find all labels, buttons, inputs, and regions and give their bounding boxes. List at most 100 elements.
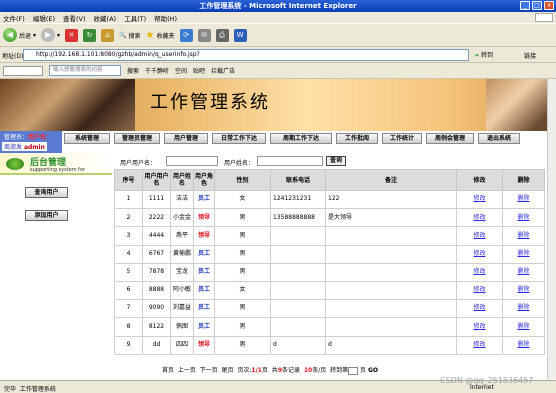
- menu-view[interactable]: 查看(V): [63, 13, 86, 23]
- edit-icon[interactable]: W: [233, 28, 247, 42]
- add-user-button[interactable]: 添加用户: [25, 210, 68, 221]
- table-cell: 2222: [142, 208, 171, 228]
- pagination: 首页 上一页 下一页 尾页 页次:1/1页 共9条记录 10条/页 转到第 页 …: [162, 366, 378, 375]
- adblock-button[interactable]: 拦截广告: [211, 66, 235, 75]
- delete-link[interactable]: 删除: [517, 268, 529, 275]
- table-cell: [270, 262, 326, 282]
- table-header-cell: 性别: [214, 169, 271, 191]
- pager-next[interactable]: 下一页: [200, 367, 218, 374]
- close-button[interactable]: ×: [544, 1, 554, 10]
- pager-prev[interactable]: 上一页: [178, 367, 196, 374]
- user-id-input[interactable]: [166, 156, 218, 166]
- favorites-button[interactable]: ★ 收藏夹: [146, 30, 175, 41]
- vertical-scrollbar[interactable]: [547, 79, 556, 379]
- forward-button[interactable]: ▶ ▾: [41, 28, 60, 42]
- menu-file[interactable]: 文件(F): [3, 13, 25, 23]
- menu-tools[interactable]: 工具(T): [124, 13, 146, 23]
- table-cell: 宝龙: [170, 262, 194, 282]
- pager-last[interactable]: 尾页: [222, 367, 234, 374]
- table-cell: [270, 244, 326, 264]
- edit-link[interactable]: 修改: [473, 250, 485, 257]
- edit-link[interactable]: 修改: [473, 304, 485, 312]
- mail-icon[interactable]: ✉: [197, 28, 211, 42]
- address-input[interactable]: http://192.168.1.101:8080/gzhb/admin/q_u…: [23, 49, 469, 61]
- cell-text: 2: [126, 213, 131, 221]
- pager-goto-input[interactable]: [348, 366, 359, 375]
- pager-first[interactable]: 首页: [162, 367, 174, 374]
- nav-meeting[interactable]: 周例会管理: [426, 133, 474, 144]
- table-cell: 4: [114, 244, 143, 264]
- nav-admin-manage[interactable]: 管理员管理: [114, 133, 160, 144]
- magnifier-icon: 🔍: [119, 31, 127, 39]
- delete-link[interactable]: 删除: [517, 195, 529, 203]
- tieba-button[interactable]: 贴吧: [193, 66, 205, 75]
- nav-cycle-task[interactable]: 周期工作下达: [270, 133, 332, 144]
- qianqian-button[interactable]: 千千静听: [145, 66, 169, 75]
- query-user-button[interactable]: 查询用户: [25, 187, 68, 198]
- print-icon[interactable]: ⎙: [215, 28, 229, 42]
- edit-link[interactable]: 修改: [473, 195, 485, 203]
- delete-link[interactable]: 删除: [517, 286, 529, 294]
- table-cell: 删除: [502, 280, 545, 301]
- edit-link[interactable]: 修改: [473, 286, 485, 294]
- cell-text: 13588888888: [273, 213, 315, 221]
- nav-user-manage[interactable]: 用户管理: [164, 133, 208, 144]
- cell-text: 男: [239, 340, 246, 348]
- menu-edit[interactable]: 编辑(E): [33, 13, 55, 23]
- search-button[interactable]: 🔍 搜索: [119, 31, 141, 40]
- edit-link[interactable]: 修改: [473, 268, 485, 275]
- query-button[interactable]: 查询: [326, 156, 346, 166]
- links-button[interactable]: 链接: [524, 51, 536, 60]
- table-row: 6 8888 阿小敏 员工 女 修改 删除: [114, 280, 545, 301]
- table-cell: [325, 299, 457, 319]
- pager-go-button[interactable]: GO: [368, 367, 378, 374]
- home-icon[interactable]: ⌂: [101, 28, 115, 42]
- cell-text: 小金金: [172, 213, 191, 221]
- maximize-button[interactable]: □: [532, 1, 542, 10]
- edit-link[interactable]: 修改: [473, 232, 485, 239]
- delete-link[interactable]: 删除: [517, 323, 529, 330]
- delete-link[interactable]: 删除: [517, 214, 529, 221]
- minimize-button[interactable]: _: [520, 1, 530, 10]
- nav-stats[interactable]: 工作统计: [382, 133, 422, 144]
- refresh-icon[interactable]: ↻: [83, 28, 97, 42]
- cell-text: d: [273, 340, 277, 348]
- kongjian-button[interactable]: 空间: [175, 66, 187, 75]
- menu-help[interactable]: 帮助(H): [154, 13, 177, 23]
- table-cell: [325, 226, 457, 246]
- address-label: 地址(D): [2, 53, 24, 60]
- nav-system[interactable]: 系统管理: [64, 133, 110, 144]
- edit-link[interactable]: 修改: [473, 341, 485, 348]
- delete-link[interactable]: 删除: [517, 250, 529, 257]
- menu-favorites[interactable]: 收藏(A): [94, 13, 117, 23]
- table-cell: 四四: [170, 335, 194, 355]
- table-cell: 修改: [456, 335, 503, 355]
- nav-daily-task[interactable]: 日常工作下达: [212, 133, 266, 144]
- delete-link[interactable]: 删除: [517, 341, 529, 348]
- cell-text: 8888: [148, 286, 165, 294]
- table-cell: 男: [214, 244, 271, 264]
- history-icon[interactable]: ⟳: [179, 28, 193, 42]
- table-row: 9 dd 四四 领导男 d d 修改 删除: [114, 335, 545, 355]
- delete-link[interactable]: 删除: [517, 304, 529, 312]
- table-header-cell: 用户用户名: [142, 169, 171, 191]
- role-label: 管理员：: [4, 134, 29, 141]
- user-name-input[interactable]: [257, 156, 323, 166]
- table-cell: 9090: [142, 299, 171, 319]
- stop-icon[interactable]: ✕: [65, 28, 79, 42]
- nav-logout[interactable]: 退出系统: [478, 133, 520, 144]
- table-cell: 6767: [142, 244, 171, 264]
- table-cell: [270, 226, 326, 246]
- role-badge: 员工: [197, 322, 210, 330]
- toolbar-search-input[interactable]: 输入想要搜索的内容: [49, 65, 121, 76]
- nav-review[interactable]: 工作批阅: [336, 133, 378, 144]
- back-button[interactable]: ◀ 后退 ▾: [3, 28, 36, 42]
- edit-link[interactable]: 修改: [473, 214, 485, 221]
- toolbar-search-button[interactable]: 搜索: [127, 66, 139, 75]
- delete-link[interactable]: 删除: [517, 232, 529, 239]
- browser-toolbar: ◀ 后退 ▾ ▶ ▾ ✕ ↻ ⌂ 🔍 搜索 ★ 收藏夹 ⟳ ✉ ⎙ W: [0, 23, 556, 47]
- edit-link[interactable]: 修改: [473, 323, 485, 330]
- go-button[interactable]: ➜ 转到: [474, 50, 493, 59]
- table-cell: 修改: [456, 244, 503, 264]
- table-cell: 修改: [456, 262, 503, 282]
